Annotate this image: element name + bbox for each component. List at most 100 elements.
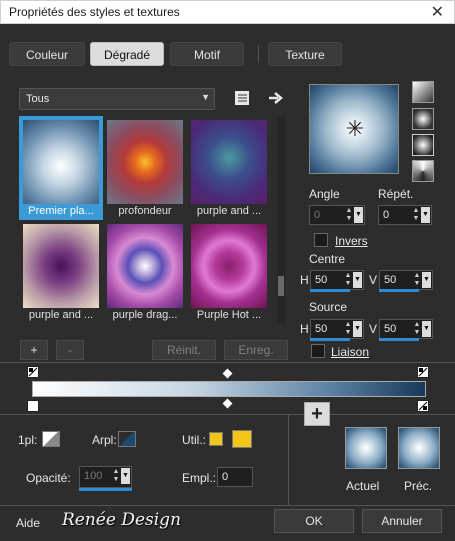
brand-logo: Renée Design (62, 510, 182, 530)
spin-arrows-icon[interactable]: ▲ ▼ (344, 207, 354, 223)
gradient-thumb[interactable]: Purple Hot ... (189, 222, 269, 322)
user-color-small[interactable] (209, 432, 223, 446)
gradient-thumb[interactable]: purple and ... (21, 222, 101, 322)
window-title: Propriétés des styles et textures (9, 5, 180, 19)
source-h-label: H (300, 322, 309, 336)
sunburst-style-icon[interactable] (412, 160, 434, 182)
repeat-spinner[interactable]: 0 ▲ ▼ ▼ (378, 205, 432, 225)
user-color-swatch[interactable] (232, 430, 252, 448)
scrollbar-thumb[interactable] (278, 276, 284, 296)
gradient-thumb[interactable]: purple and ... (189, 118, 269, 218)
background-plane-label: Arpl: (92, 433, 117, 447)
opacity-spinner[interactable]: 100 ▲ ▼ ▼ (79, 466, 132, 488)
gallery-scrollbar[interactable] (277, 116, 285, 324)
angle-label: Angle (309, 187, 340, 201)
source-h-spinner[interactable]: 50 ▲ ▼ ▼ (310, 319, 364, 339)
gradient-label: Purple Hot ... (196, 309, 262, 321)
first-plane-icon[interactable] (42, 431, 60, 447)
chevron-down-icon[interactable]: ▼ (422, 272, 431, 288)
chevron-down-icon[interactable]: ▼ (121, 468, 130, 484)
gradient-thumb[interactable]: profondeur (105, 118, 185, 218)
radial-style-icon[interactable] (412, 134, 434, 156)
source-h-value: 50 (315, 323, 328, 335)
add-gradient-button[interactable]: + (20, 340, 48, 360)
center-point-icon[interactable]: ✳ (344, 118, 366, 140)
spin-arrows-icon[interactable]: ▲ ▼ (411, 207, 421, 223)
center-v-bar (379, 289, 419, 292)
remove-gradient-button[interactable]: - (56, 340, 84, 360)
chevron-down-icon[interactable]: ▼ (422, 321, 431, 337)
center-v-value: 50 (384, 274, 397, 286)
gradient-preview[interactable]: ✳ (309, 84, 399, 174)
color-stop-left[interactable] (27, 400, 39, 412)
spin-arrows-icon[interactable]: ▲ ▼ (343, 321, 353, 337)
source-v-spinner[interactable]: 50 ▲ ▼ ▼ (379, 319, 433, 339)
opacity-stop-left[interactable] (27, 366, 39, 378)
link-checkbox[interactable] (311, 344, 325, 358)
section-divider (0, 362, 455, 363)
section-divider (288, 414, 289, 506)
chevron-down-icon[interactable]: ▼ (353, 321, 362, 337)
gradient-thumb[interactable]: purple drag... (105, 222, 185, 322)
current-label: Actuel (346, 479, 380, 493)
angle-value: 0 (314, 209, 321, 221)
close-icon[interactable]: ✕ (431, 2, 444, 22)
color-stop-right[interactable] (417, 400, 429, 412)
section-divider (0, 414, 455, 415)
gradient-label: purple drag... (112, 309, 178, 321)
invert-checkbox[interactable] (314, 233, 328, 247)
help-link[interactable]: Aide (16, 516, 40, 530)
gradient-gallery: Premier pla... profondeur purple and ...… (19, 116, 273, 324)
add-stop-button[interactable]: + (304, 402, 330, 426)
gradient-label: purple and ... (196, 205, 262, 217)
background-plane-icon[interactable] (118, 431, 136, 447)
chevron-down-icon[interactable]: ▼ (353, 272, 362, 288)
previous-label: Préc. (404, 479, 433, 493)
gradient-thumb[interactable]: Premier pla... (19, 116, 103, 220)
opacity-midpoint[interactable] (222, 368, 233, 379)
opacity-stop-right[interactable] (417, 366, 429, 378)
center-v-label: V (369, 273, 378, 287)
list-view-icon[interactable] (233, 89, 251, 107)
spin-arrows-icon[interactable]: ▲ ▼ (111, 468, 121, 484)
gradient-swatch (107, 224, 183, 308)
gradient-swatch (191, 120, 267, 204)
ok-button[interactable]: OK (274, 509, 354, 533)
save-gradient-button[interactable]: Enreg. (224, 340, 288, 360)
center-h-label: H (300, 273, 309, 287)
source-v-value: 50 (384, 323, 397, 335)
chevron-down-icon[interactable]: ▼ (354, 207, 363, 223)
category-dropdown[interactable]: Tous ▼ (19, 88, 215, 110)
chevron-down-icon: ▼ (201, 92, 210, 102)
title-bar: Propriétés des styles et textures ✕ (0, 0, 455, 24)
chevron-down-icon[interactable]: ▼ (421, 207, 430, 223)
gradient-bar[interactable] (32, 381, 426, 397)
tab-texture[interactable]: Texture (268, 42, 342, 66)
tab-couleur[interactable]: Couleur (9, 42, 85, 66)
footer-divider (0, 505, 455, 506)
gradient-swatch (107, 120, 183, 204)
linear-style-icon[interactable] (412, 81, 434, 103)
gradient-swatch (191, 224, 267, 308)
repeat-label: Répét. (378, 187, 414, 201)
gradient-swatch (23, 120, 99, 204)
location-label: Empl.: (182, 471, 217, 485)
location-input[interactable]: 0 (217, 467, 253, 487)
current-sample[interactable] (345, 427, 387, 469)
center-v-spinner[interactable]: 50 ▲ ▼ ▼ (379, 270, 433, 290)
arrow-right-icon[interactable] (267, 89, 285, 107)
spin-arrows-icon[interactable]: ▲ ▼ (343, 272, 353, 288)
cancel-button[interactable]: Annuler (362, 509, 442, 533)
color-midpoint[interactable] (222, 398, 233, 409)
reset-button[interactable]: Réinit. (152, 340, 216, 360)
spin-arrows-icon[interactable]: ▲ ▼ (412, 321, 422, 337)
invert-label: Invers (335, 234, 368, 248)
tab-degrade[interactable]: Dégradé (90, 42, 164, 66)
center-h-spinner[interactable]: 50 ▲ ▼ ▼ (310, 270, 364, 290)
rectangular-style-icon[interactable] (412, 108, 434, 130)
previous-sample[interactable] (398, 427, 440, 469)
tab-motif[interactable]: Motif (170, 42, 244, 66)
opacity-value: 100 (84, 470, 103, 482)
angle-spinner[interactable]: 0 ▲ ▼ ▼ (309, 205, 365, 225)
spin-arrows-icon[interactable]: ▲ ▼ (412, 272, 422, 288)
